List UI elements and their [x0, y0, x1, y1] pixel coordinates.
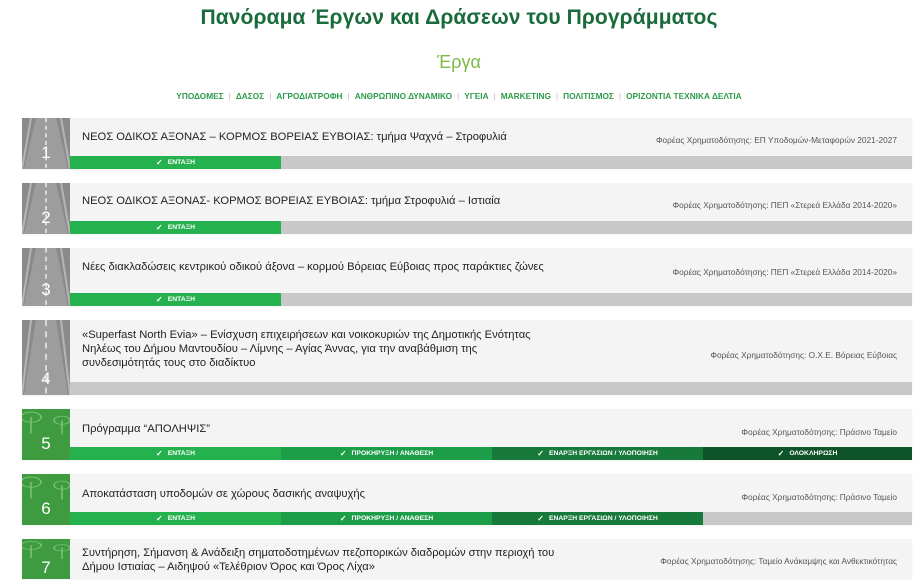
category-separator: |	[457, 91, 460, 101]
checkmark-icon: ✓	[339, 514, 347, 523]
category-link[interactable]: MARKETING	[501, 91, 551, 101]
project-row[interactable]: 5 Πρόγραμμα “ΑΠΟΛΗΨΙΣ” Φορέας Χρηματοδότησ…	[22, 409, 912, 460]
category-link[interactable]: ΑΓΡΟΔΙΑΤΡΟΦΗ	[276, 91, 342, 101]
status-stage-label: ΕΝΤΑΞΗ	[167, 515, 195, 522]
status-progress-bar: ✓ ΕΝΤΑΞΗ ✓ ΠΡΟΚΗΡΥΞΗ / ΑΝΑΘΕΣΗ ✓ ΕΝΑΡΞΗ ΕΡΓΑΣ…	[70, 447, 912, 460]
project-title[interactable]: Πρόγραμμα “ΑΠΟΛΗΨΙΣ”	[82, 422, 592, 436]
status-stage: ✓ ΕΝΤΑΞΗ	[70, 156, 281, 169]
status-progress-bar	[70, 382, 912, 395]
status-stage-label: ΕΝΑΡΞΗ ΕΡΓΑΣΙΩΝ / ΥΛΟΠΟΙΗΣΗ	[548, 515, 658, 522]
category-link[interactable]: ΥΠΟΔΟΜΕΣ	[176, 91, 223, 101]
project-number-tile: 4	[22, 320, 70, 395]
project-title[interactable]: ΝΕΟΣ ΟΔΙΚΟΣ ΑΞΟΝΑΣ- ΚΟΡΜΟΣ ΒΟΡΕΙΑΣ ΕΥΒΟΙ…	[82, 194, 592, 208]
project-row[interactable]: 7 Συντήρηση, Σήμανση & Ανάδειξη σηματοδοτ…	[22, 539, 912, 579]
project-number: 4	[41, 369, 51, 388]
status-stage: ✓ ΠΡΟΚΗΡΥΞΗ / ΑΝΑΘΕΣΗ	[281, 447, 492, 460]
category-link[interactable]: ΠΟΛΙΤΙΣΜΟΣ	[563, 91, 614, 101]
status-stage: ✓ ΕΝΤΑΞΗ	[70, 447, 281, 460]
category-separator: |	[556, 91, 559, 101]
status-stage-label: ΕΝΤΑΞΗ	[167, 224, 195, 231]
funding-source: Φορέας Χρηματοδότησης: Ταμείο Ανάκαμψης …	[660, 556, 897, 566]
status-stage-label: ΕΝΤΑΞΗ	[167, 159, 195, 166]
status-stage: ✓ ΕΝΤΑΞΗ	[70, 221, 281, 234]
status-stage: ✓ ΕΝΤΑΞΗ	[70, 512, 281, 525]
project-title[interactable]: Νέες διακλαδώσεις κεντρικού οδικού άξονα…	[82, 260, 552, 274]
status-progress-bar: ✓ ΕΝΤΑΞΗ	[70, 293, 912, 306]
project-number-tile: 2	[22, 183, 70, 234]
status-stage: ✓ ΟΛΟΚΛΗΡΩΣΗ	[703, 447, 912, 460]
project-number-tile: 1	[22, 118, 70, 169]
project-number: 1	[41, 143, 51, 162]
category-link[interactable]: ΑΝΘΡΩΠΙΝΟ ΔΥΝΑΜΙΚΟ	[355, 91, 452, 101]
category-separator: |	[493, 91, 496, 101]
project-title[interactable]: ΝΕΟΣ ΟΔΙΚΟΣ ΑΞΟΝΑΣ – ΚΟΡΜΟΣ ΒΟΡΕΙΑΣ ΕΥΒΟ…	[82, 130, 592, 144]
project-number: 6	[41, 499, 51, 518]
category-link[interactable]: ΥΓΕΙΑ	[464, 91, 488, 101]
project-title[interactable]: «Superfast North Evia» – Ενίσχυση επιχει…	[82, 328, 552, 370]
project-number-tile: 6	[22, 474, 70, 525]
funding-source: Φορέας Χρηματοδότησης: ΠΕΠ «Στερεά Ελλάδ…	[672, 267, 897, 277]
category-link[interactable]: ΔΑΣΟΣ	[236, 91, 264, 101]
funding-source: Φορέας Χρηματοδότησης: ΕΠ Υποδομών-Μεταφ…	[655, 135, 897, 145]
page: Πανόραμα Έργων και Δράσεων του Προγράμμα…	[0, 0, 918, 580]
funding-source: Φορέας Χρηματοδότησης: Ο.Χ.Ε. Βόρειας Εύ…	[710, 350, 897, 360]
category-separator: |	[618, 91, 622, 101]
checkmark-icon: ✓	[537, 449, 544, 458]
project-row[interactable]: 1 ΝΕΟΣ ΟΔΙΚΟΣ ΑΞΟΝΑΣ – ΚΟΡΜΟΣ ΒΟΡΕΙΑΣ ΕΥΒ…	[22, 118, 912, 169]
category-separator: |	[347, 91, 350, 101]
checkmark-icon: ✓	[156, 295, 163, 304]
status-stage-label: ΟΛΟΚΛΗΡΩΣΗ	[789, 450, 838, 457]
status-stage: ✓ ΕΝΑΡΞΗ ΕΡΓΑΣΙΩΝ / ΥΛΟΠΟΙΗΣΗ	[492, 447, 703, 460]
funding-source: Φορέας Χρηματοδότησης: Πράσινο Ταμείο	[741, 492, 897, 502]
project-row[interactable]: 6 Αποκατάσταση υποδομών σε χώρους δασικής…	[22, 474, 912, 525]
category-separator: |	[269, 91, 272, 101]
status-progress-bar: ✓ ΕΝΤΑΞΗ	[70, 221, 912, 234]
checkmark-icon: ✓	[777, 449, 785, 458]
status-stage-label: ΕΝΑΡΞΗ ΕΡΓΑΣΙΩΝ / ΥΛΟΠΟΙΗΣΗ	[548, 450, 658, 457]
status-stage-label: ΠΡΟΚΗΡΥΞΗ / ΑΝΑΘΕΣΗ	[351, 450, 434, 457]
category-separator: |	[228, 91, 231, 101]
project-list: 1 ΝΕΟΣ ΟΔΙΚΟΣ ΑΞΟΝΑΣ – ΚΟΡΜΟΣ ΒΟΡΕΙΑΣ ΕΥΒ…	[22, 118, 912, 580]
status-stage-label: ΕΝΤΑΞΗ	[167, 296, 195, 303]
project-row[interactable]: 2 ΝΕΟΣ ΟΔΙΚΟΣ ΑΞΟΝΑΣ- ΚΟΡΜΟΣ ΒΟΡΕΙΑΣ ΕΥΒΟ…	[22, 183, 912, 234]
checkmark-icon: ✓	[156, 223, 163, 232]
project-title[interactable]: Συντήρηση, Σήμανση & Ανάδειξη σηματοδοτη…	[82, 546, 562, 574]
project-row[interactable]: 4 «Superfast North Evia» – Ενίσχυση επιχε…	[22, 320, 912, 395]
project-number: 5	[41, 434, 51, 453]
project-number-tile: 7	[22, 539, 70, 579]
project-title[interactable]: Αποκατάσταση υποδομών σε χώρους δασικής …	[82, 487, 592, 501]
project-number: 7	[41, 558, 51, 577]
checkmark-icon: ✓	[156, 514, 163, 523]
category-link[interactable]: ΟΡΙΖΟΝΤΙΑ ΤΕΧΝΙΚΑ ΔΕΛΤΙΑ	[626, 91, 742, 101]
project-number-tile: 3	[22, 248, 70, 306]
project-row[interactable]: 3 Νέες διακλαδώσεις κεντρικού οδικού άξον…	[22, 248, 912, 306]
status-stage: ✓ ΠΡΟΚΗΡΥΞΗ / ΑΝΑΘΕΣΗ	[281, 512, 492, 525]
funding-source: Φορέας Χρηματοδότησης: Πράσινο Ταμείο	[741, 427, 897, 437]
checkmark-icon: ✓	[156, 158, 163, 167]
page-title: Πανόραμα Έργων και Δράσεων του Προγράμμα…	[200, 6, 718, 29]
status-stage: ✓ ΕΝΑΡΞΗ ΕΡΓΑΣΙΩΝ / ΥΛΟΠΟΙΗΣΗ	[492, 512, 703, 525]
project-number: 3	[41, 280, 51, 299]
checkmark-icon: ✓	[537, 514, 544, 523]
status-stage-label: ΠΡΟΚΗΡΥΞΗ / ΑΝΑΘΕΣΗ	[351, 515, 434, 522]
status-progress-bar: ✓ ΕΝΤΑΞΗ ✓ ΠΡΟΚΗΡΥΞΗ / ΑΝΑΘΕΣΗ ✓ ΕΝΑΡΞΗ ΕΡΓΑΣ…	[70, 512, 912, 525]
project-number-tile: 5	[22, 409, 70, 460]
status-stage: ✓ ΕΝΤΑΞΗ	[70, 293, 281, 306]
funding-source: Φορέας Χρηματοδότησης: ΠΕΠ «Στερεά Ελλάδ…	[672, 200, 897, 210]
status-progress-bar: ✓ ΕΝΤΑΞΗ	[70, 156, 912, 169]
status-stage-label: ΕΝΤΑΞΗ	[167, 450, 195, 457]
project-number: 2	[41, 208, 51, 227]
page-subtitle: Έργα	[437, 52, 481, 72]
checkmark-icon: ✓	[339, 449, 347, 458]
checkmark-icon: ✓	[156, 449, 163, 458]
category-nav: ΥΠΟΔΟΜΕΣ | ΔΑΣΟΣ | ΑΓΡΟΔΙΑΤΡΟΦΗ | ΑΝΘΡΩΠΙΝΟ ΔΥ…	[0, 91, 918, 101]
